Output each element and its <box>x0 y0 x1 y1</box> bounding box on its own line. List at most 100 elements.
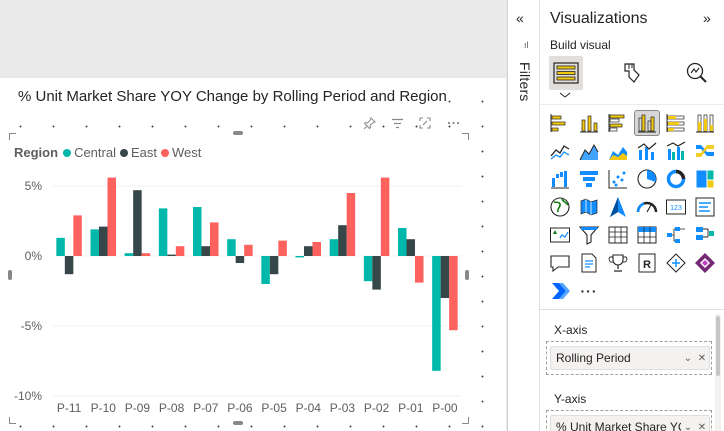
y-tick-label: 5% <box>25 179 43 193</box>
table-icon[interactable] <box>606 223 630 247</box>
bar-east-p-06[interactable] <box>235 256 245 263</box>
y-axis-well-label: Y-axis <box>554 392 587 406</box>
stacked-bar-chart-icon[interactable] <box>548 111 572 135</box>
bar-central-p-07[interactable] <box>193 207 202 256</box>
waterfall-chart-icon[interactable] <box>548 167 572 191</box>
stacked-area-chart-icon[interactable] <box>606 139 630 163</box>
bar-east-p-01[interactable] <box>406 239 416 256</box>
bar-west-p-02[interactable] <box>380 177 390 256</box>
visual-type-gallery: 123 R ··· <box>548 110 724 307</box>
svg-text:R: R <box>643 259 651 271</box>
paginated-report-icon[interactable] <box>577 251 601 275</box>
chevron-down-icon[interactable]: ⌄ <box>681 353 695 364</box>
bar-central-p-02[interactable] <box>363 256 373 282</box>
y-tick-label: -10% <box>14 389 42 403</box>
bar-east-p-04[interactable] <box>304 246 313 256</box>
funnel-icon[interactable] <box>577 167 601 191</box>
chevron-down-icon[interactable]: ⌄ <box>681 422 695 431</box>
x-tick-label: P-10 <box>91 401 117 415</box>
bar-west-p-11[interactable] <box>73 215 82 256</box>
remove-field-icon[interactable]: ✕ <box>695 353 709 364</box>
line-and-stacked-column-chart-icon[interactable] <box>635 139 659 163</box>
r-visual-icon[interactable]: R <box>635 251 659 275</box>
line-chart-icon[interactable] <box>548 139 572 163</box>
format-visual-icon[interactable] <box>615 56 649 90</box>
bar-west-p-06[interactable] <box>244 244 253 256</box>
x-axis-field-pill[interactable]: Rolling Period ⌄ ✕ <box>550 346 710 370</box>
expand-visualizations-icon[interactable]: » <box>703 10 711 26</box>
qa-icon[interactable] <box>548 251 572 275</box>
bar-west-p-00[interactable] <box>449 256 458 331</box>
bar-west-p-08[interactable] <box>175 246 185 256</box>
bar-east-p-10[interactable] <box>99 226 108 256</box>
100-stacked-bar-chart-icon[interactable] <box>664 111 688 135</box>
key-influencers-icon[interactable] <box>693 223 717 247</box>
treemap-icon[interactable] <box>693 167 717 191</box>
multi-row-card-icon[interactable] <box>693 195 717 219</box>
python-visual-icon[interactable] <box>664 251 688 275</box>
bar-central-p-01[interactable] <box>398 228 407 256</box>
donut-chart-icon[interactable] <box>664 167 688 191</box>
matrix-icon[interactable] <box>635 223 659 247</box>
decomposition-tree-icon[interactable] <box>664 223 688 247</box>
x-tick-label: P-08 <box>159 401 185 415</box>
bar-central-p-11[interactable] <box>56 237 65 256</box>
clustered-bar-chart-icon[interactable] <box>606 111 630 135</box>
scatter-chart-icon[interactable] <box>606 167 630 191</box>
build-visual-icon[interactable] <box>549 56 583 90</box>
bar-central-p-04[interactable] <box>295 256 305 258</box>
stacked-column-chart-icon[interactable] <box>577 111 601 135</box>
card-icon[interactable]: 123 <box>664 195 688 219</box>
bar-east-p-02[interactable] <box>372 256 381 290</box>
bar-west-p-05[interactable] <box>278 240 287 256</box>
pane-scrollbar-thumb[interactable] <box>716 316 720 376</box>
bar-west-p-03[interactable] <box>346 193 356 256</box>
filters-pane-label[interactable]: Filters <box>517 62 533 102</box>
ribbon-chart-icon[interactable] <box>693 139 717 163</box>
bar-central-p-08[interactable] <box>158 208 168 256</box>
x-tick-label: P-01 <box>398 401 424 415</box>
bar-east-p-07[interactable] <box>201 246 211 256</box>
power-apps-icon[interactable] <box>693 251 717 275</box>
bar-central-p-00[interactable] <box>432 256 441 371</box>
remove-field-icon[interactable]: ✕ <box>695 422 709 431</box>
x-tick-label: P-02 <box>364 401 390 415</box>
bar-east-p-05[interactable] <box>269 256 279 275</box>
azure-map-icon[interactable] <box>606 195 630 219</box>
power-automate-icon[interactable] <box>548 279 572 303</box>
100-stacked-column-chart-icon[interactable] <box>693 111 717 135</box>
fields-divider <box>540 309 724 310</box>
bar-central-p-05[interactable] <box>261 256 270 284</box>
bar-east-p-03[interactable] <box>338 225 347 256</box>
bar-east-p-00[interactable] <box>440 256 450 298</box>
bar-east-p-08[interactable] <box>167 254 176 256</box>
report-canvas[interactable]: % Unit Market Share YOY Change by Rollin… <box>0 0 508 431</box>
area-chart-icon[interactable] <box>577 139 601 163</box>
clustered-column-chart-icon[interactable] <box>634 110 660 136</box>
bar-central-p-10[interactable] <box>90 229 100 256</box>
more-visuals-icon[interactable]: ··· <box>577 279 601 303</box>
kpi-icon[interactable] <box>548 223 572 247</box>
bar-central-p-09[interactable] <box>124 253 134 256</box>
bar-west-p-07[interactable] <box>210 222 219 256</box>
analytics-icon[interactable] <box>680 56 714 90</box>
x-axis-field-name: Rolling Period <box>556 351 631 365</box>
goals-icon[interactable] <box>606 251 630 275</box>
bar-west-p-09[interactable] <box>141 253 151 256</box>
filled-map-icon[interactable] <box>577 195 601 219</box>
bar-west-p-01[interactable] <box>415 256 424 283</box>
bar-west-p-10[interactable] <box>107 177 117 256</box>
slicer-icon[interactable] <box>577 223 601 247</box>
bar-west-p-04[interactable] <box>312 242 322 256</box>
line-and-clustered-column-chart-icon[interactable] <box>664 139 688 163</box>
pie-chart-icon[interactable] <box>635 167 659 191</box>
gauge-icon[interactable] <box>635 195 659 219</box>
bar-central-p-06[interactable] <box>227 239 236 256</box>
map-icon[interactable] <box>548 195 572 219</box>
bar-central-p-03[interactable] <box>329 239 339 256</box>
bar-east-p-09[interactable] <box>133 190 142 256</box>
bar-east-p-11[interactable] <box>64 256 74 275</box>
svg-text:123: 123 <box>670 205 682 212</box>
y-axis-field-pill[interactable]: % Unit Market Share YC ⌄ ✕ <box>550 415 710 431</box>
collapse-filters-icon[interactable]: « <box>516 10 524 26</box>
